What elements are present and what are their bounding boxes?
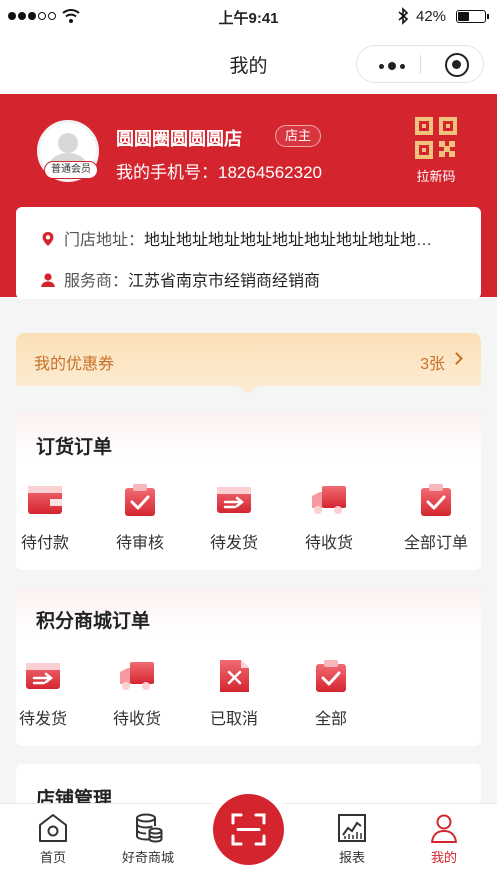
store-address-value: 地址地址地址地址地址地址地址地址地址地址 — [144, 232, 437, 249]
tab-home-label: 首页 — [39, 850, 66, 865]
close-target-icon[interactable] — [445, 53, 469, 77]
truck-icon — [310, 482, 348, 518]
grid-item-label: 已取消 — [209, 711, 258, 728]
store-info-card: 门店地址：地址地址地址地址地址地址地址地址地址地址 服务商：江苏省南京市经销商经… — [16, 207, 481, 299]
scan-button[interactable] — [213, 794, 284, 865]
tab-mine[interactable]: 我的 — [409, 812, 479, 866]
points-section-title: 积分商城订单 — [36, 611, 151, 632]
clipboard-check-icon — [417, 482, 455, 518]
phone-line: 我的手机号：18264562320 — [116, 158, 322, 183]
location-pin-icon — [42, 232, 54, 246]
coupon-notch — [239, 386, 257, 394]
wallet-icon — [26, 482, 64, 518]
status-bar: 上午9:41 42% — [0, 0, 497, 34]
grid-item-label: 全部订单 — [403, 535, 468, 552]
points-section-card: 积分商城订单 待发货 待收货 已取消 全部 — [16, 588, 481, 746]
mini-program-capsule — [356, 45, 484, 83]
points-item[interactable]: 待发货 — [3, 658, 83, 729]
order-item[interactable]: 待收货 — [289, 482, 369, 553]
scan-icon — [231, 813, 266, 846]
more-options-icon[interactable] — [379, 62, 405, 70]
document-x-icon — [215, 658, 253, 694]
chevron-right-icon — [450, 352, 463, 365]
phone-number: 18264562320 — [218, 163, 323, 182]
coupon-banner[interactable]: 我的优惠券 3张 — [16, 333, 481, 386]
tab-mine-label: 我的 — [430, 850, 457, 865]
box-arrow-icon — [24, 658, 62, 694]
grid-item-label: 待发货 — [18, 711, 67, 728]
order-section-card: 订货订单 待付款 待审核 待发货 待收货 全部订单 — [16, 412, 481, 570]
points-item[interactable]: 已取消 — [194, 658, 274, 729]
tab-mall[interactable]: 好奇商城 — [113, 812, 183, 866]
battery-percent: 42% — [416, 8, 447, 25]
battery-level — [458, 12, 469, 21]
tab-home[interactable]: 首页 — [18, 812, 88, 866]
grid-item-label: 待付款 — [20, 535, 69, 552]
phone-label: 我的手机号： — [116, 163, 218, 182]
role-tag: 店主 — [275, 125, 321, 147]
store-address-label: 门店地址： — [64, 232, 145, 249]
order-item[interactable]: 全部订单 — [396, 482, 476, 553]
box-arrow-icon — [215, 482, 253, 518]
points-item[interactable]: 待收货 — [97, 658, 177, 729]
member-level-badge: 普通会员 — [44, 161, 98, 179]
grid-item-label: 待审核 — [115, 535, 164, 552]
chart-icon — [338, 814, 366, 842]
order-item[interactable]: 待审核 — [100, 482, 180, 553]
order-item[interactable]: 待付款 — [5, 482, 85, 553]
home-icon — [39, 814, 67, 842]
bluetooth-icon — [398, 7, 409, 25]
provider-row: 服务商：江苏省南京市经销商经销商 — [40, 267, 320, 291]
qr-code-icon[interactable] — [414, 116, 458, 160]
invite-code-label[interactable]: 拉新码 — [400, 166, 472, 185]
order-item[interactable]: 待发货 — [194, 482, 274, 553]
tab-reports-label: 报表 — [338, 850, 365, 865]
truck-icon — [118, 658, 156, 694]
grid-item-label: 待收货 — [304, 535, 353, 552]
person-icon — [41, 273, 55, 287]
grid-item-label: 待发货 — [209, 535, 258, 552]
nav-bar: 我的 — [0, 34, 497, 94]
store-address-row: 门店地址：地址地址地址地址地址地址地址地址地址地址 — [40, 226, 436, 250]
clipboard-check-icon — [121, 482, 159, 518]
coupon-count: 3张 — [420, 356, 445, 373]
coins-icon — [136, 813, 163, 843]
grid-item-label: 全部 — [314, 711, 347, 728]
provider-value: 江苏省南京市经销商经销商 — [128, 273, 321, 290]
battery-icon — [456, 10, 489, 23]
coupon-label: 我的优惠券 — [34, 356, 115, 373]
user-icon — [431, 814, 457, 843]
grid-item-label: 待收货 — [112, 711, 161, 728]
tab-mall-label: 好奇商城 — [121, 850, 174, 865]
tab-reports[interactable]: 报表 — [317, 812, 387, 866]
capsule-divider — [420, 55, 421, 74]
clipboard-check-icon — [312, 658, 350, 694]
order-section-title: 订货订单 — [36, 437, 113, 458]
provider-label: 服务商： — [64, 273, 129, 290]
points-item[interactable]: 全部 — [291, 658, 371, 729]
store-name: 圆圆圈圆圆圆店 — [116, 129, 242, 149]
